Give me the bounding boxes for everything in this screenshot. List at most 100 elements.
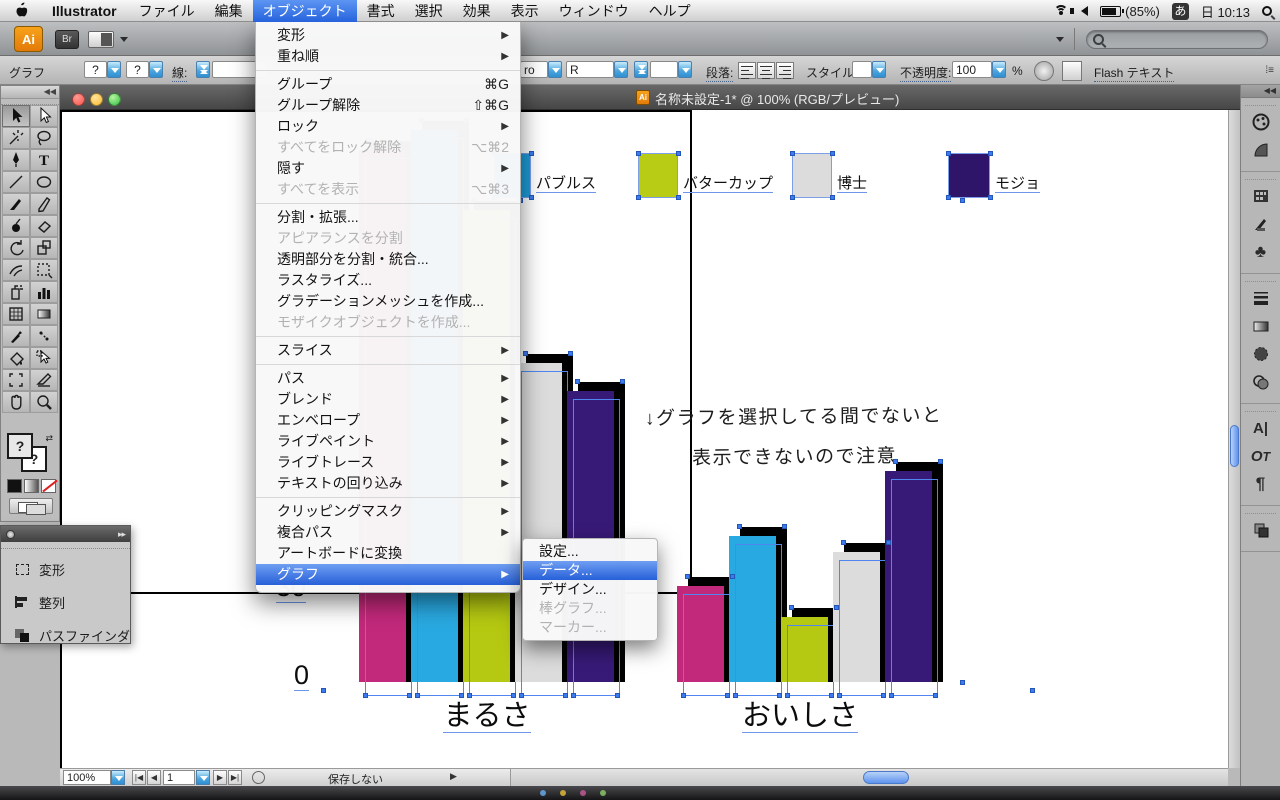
selection-tool[interactable] — [2, 105, 30, 127]
pencil-tool[interactable] — [30, 193, 58, 215]
font-family-field[interactable]: ro — [520, 61, 548, 78]
live-paint-bucket-tool[interactable] — [2, 347, 30, 369]
close-window-button[interactable] — [72, 93, 85, 106]
gradient-panel-panel-icon[interactable] — [1249, 314, 1273, 338]
selection-handle[interactable] — [636, 151, 641, 156]
appearance-panel-icon[interactable] — [1249, 370, 1273, 394]
selection-handle[interactable] — [415, 693, 420, 698]
selection-handle[interactable] — [467, 693, 472, 698]
align-right-button[interactable] — [776, 62, 794, 79]
panel-close-icon[interactable] — [6, 529, 15, 539]
menu-item[interactable]: エンベロープ ▶ — [256, 410, 520, 431]
artboard-tool[interactable] — [2, 369, 30, 391]
selection-handle[interactable] — [523, 350, 528, 356]
arrange-documents-caret-icon[interactable] — [120, 37, 128, 42]
menu-item[interactable]: ロック ▶ — [256, 116, 520, 137]
panel-header[interactable]: ▸▸ — [1, 526, 130, 542]
menu-item[interactable]: グラデーションメッシュを作成... — [256, 291, 520, 312]
zoom-window-button[interactable] — [108, 93, 121, 106]
menu-item[interactable]: 透明部分を分割・統合... — [256, 249, 520, 270]
selection-handle[interactable] — [933, 693, 938, 698]
style-dropdown-button[interactable] — [872, 61, 886, 78]
menu-item[interactable]: ラスタライズ... — [256, 270, 520, 291]
selection-handle[interactable] — [615, 693, 620, 698]
live-paint-selection-tool[interactable] — [30, 347, 58, 369]
search-input[interactable] — [1086, 30, 1268, 49]
gradient-tool[interactable] — [30, 303, 58, 325]
selection-handle[interactable] — [1030, 688, 1035, 693]
tools-panel-collapse-icon[interactable]: ◀◀ — [1, 86, 59, 99]
graph-submenu-item[interactable]: 設定... — [523, 542, 657, 561]
menubar-item-3[interactable]: オブジェクト — [252, 0, 357, 22]
screen-mode-button[interactable] — [9, 498, 53, 515]
selection-handle[interactable] — [563, 693, 568, 698]
selection-handle[interactable] — [960, 680, 965, 685]
align-center-button[interactable] — [757, 62, 775, 79]
paragraph-panel-icon[interactable]: ¶ — [1249, 472, 1273, 496]
dock-collapse-icon[interactable]: ◀◀ — [1241, 85, 1280, 98]
menubar-item-0[interactable]: Illustrator — [40, 0, 129, 22]
prev-artboard-button[interactable]: ◀ — [147, 770, 161, 785]
font-style-dropdown-button[interactable] — [614, 61, 628, 78]
arrange-documents-button[interactable] — [88, 31, 114, 48]
font-size-dropdown-button[interactable] — [678, 61, 692, 78]
dock-icon[interactable] — [600, 790, 606, 796]
input-method-icon[interactable]: あ — [1171, 2, 1189, 20]
workspace-caret-icon[interactable] — [1056, 37, 1064, 42]
color-button[interactable] — [7, 479, 22, 493]
menubar-clock[interactable]: 日 10:13 — [1201, 2, 1250, 21]
selection-handle[interactable] — [881, 693, 886, 698]
brushes-panel-icon[interactable] — [1249, 212, 1273, 236]
swap-fill-stroke-icon[interactable]: ⇄ — [45, 433, 53, 444]
menu-item[interactable]: グループ解除 ⇧⌘G — [256, 95, 520, 116]
legend-swatch-3[interactable] — [948, 153, 990, 198]
selection-handle[interactable] — [777, 693, 782, 698]
none-button[interactable] — [41, 479, 58, 493]
menu-item[interactable]: グループ ⌘G — [256, 74, 520, 95]
warp-tool[interactable] — [2, 259, 30, 281]
magic-wand-tool[interactable] — [2, 127, 30, 149]
vertical-scrollbar[interactable] — [1228, 110, 1240, 768]
selection-handle[interactable] — [893, 459, 898, 465]
panel-drag-strip[interactable] — [1, 542, 130, 549]
legend-swatch-2[interactable] — [792, 153, 832, 198]
menu-item[interactable]: 重ね順 ▶ — [256, 46, 520, 67]
menu-item[interactable]: ライブトレース ▶ — [256, 452, 520, 473]
eyedropper-tool[interactable] — [2, 325, 30, 347]
menubar-item-2[interactable]: 編集 — [205, 0, 253, 22]
last-artboard-button[interactable]: ▶| — [228, 770, 242, 785]
menu-item[interactable]: ライブペイント ▶ — [256, 431, 520, 452]
scale-tool[interactable] — [30, 237, 58, 259]
menubar-item-8[interactable]: ウィンドウ — [549, 0, 639, 22]
bridge-button[interactable]: Br — [55, 30, 79, 49]
mesh-tool[interactable] — [2, 303, 30, 325]
panel-item-0[interactable]: 変形 — [1, 553, 130, 586]
selection-handle[interactable] — [459, 693, 464, 698]
selection-handle[interactable] — [988, 195, 993, 200]
selection-handle[interactable] — [733, 693, 738, 698]
selection-handle[interactable] — [676, 195, 681, 200]
macos-dock-strip[interactable] — [0, 786, 1280, 800]
menu-item[interactable]: スライス ▶ — [256, 340, 520, 361]
volume-icon[interactable] — [1070, 6, 1089, 16]
align-to-pixel-grid-icon[interactable] — [1062, 61, 1082, 81]
stroke-weight-label[interactable]: 線: — [172, 64, 188, 82]
selection-handle[interactable] — [790, 151, 795, 156]
selection-handle[interactable] — [519, 693, 524, 698]
menubar-item-4[interactable]: 書式 — [357, 0, 405, 22]
recolor-artwork-icon[interactable] — [1034, 61, 1054, 81]
character-panel-icon[interactable]: A| — [1249, 416, 1273, 440]
selection-handle[interactable] — [946, 195, 951, 200]
dock-icon[interactable] — [540, 790, 546, 796]
fill-stroke-indicator[interactable]: ? ? ⇄ — [7, 433, 55, 477]
selection-handle[interactable] — [886, 539, 891, 545]
direct-selection-tool[interactable] — [30, 105, 58, 127]
battery-status[interactable]: (85%) — [1100, 4, 1160, 19]
spotlight-icon[interactable] — [1262, 6, 1272, 16]
panel-item-1[interactable]: 整列 — [1, 586, 130, 619]
selection-handle[interactable] — [725, 693, 730, 698]
stroke-weight-stepper[interactable] — [196, 61, 210, 78]
pathfinder-panel-icon[interactable] — [1249, 518, 1273, 542]
hand-tool[interactable] — [2, 391, 30, 413]
menubar-item-5[interactable]: 選択 — [405, 0, 453, 22]
